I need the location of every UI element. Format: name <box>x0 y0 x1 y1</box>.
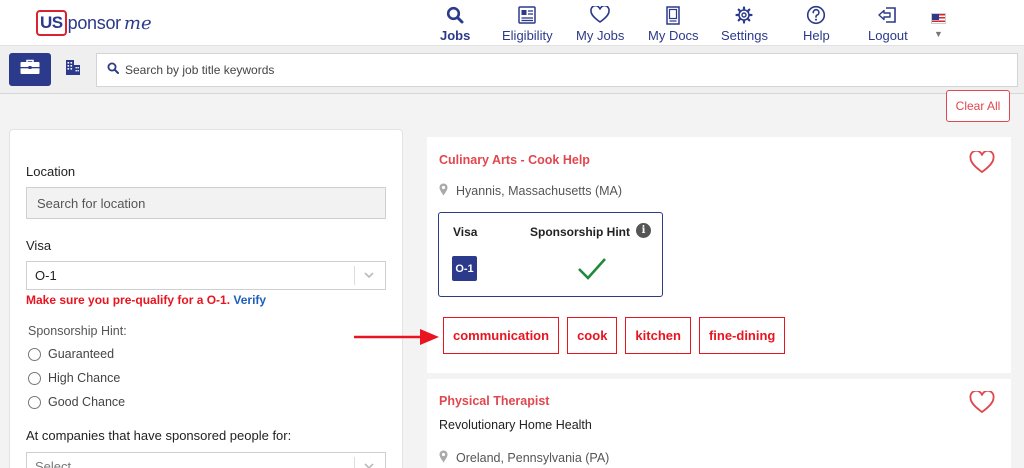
hint-option-high-chance[interactable]: High Chance <box>28 371 120 385</box>
hint-option-label: Guaranteed <box>48 347 115 361</box>
verify-link[interactable]: Verify <box>233 293 266 307</box>
heart-icon[interactable] <box>969 389 995 419</box>
tag-communication[interactable]: communication <box>443 317 560 354</box>
prequalify-warning-text: Make sure you pre-qualify for a O-1. <box>26 293 231 307</box>
search-placeholder: Search by job title keywords <box>125 63 275 77</box>
visa-select[interactable]: O-1 <box>26 261 386 290</box>
sponsorship-hint-header: Sponsorship Hint <box>530 225 630 239</box>
map-pin-icon <box>439 450 448 466</box>
search-icon <box>446 4 464 26</box>
briefcase-icon <box>19 59 41 80</box>
id-card-icon <box>517 4 537 26</box>
nav-settings-label: Settings <box>721 28 768 43</box>
job-card[interactable]: Physical Therapist Revolutionary Home He… <box>427 379 1011 468</box>
heart-icon <box>590 4 611 26</box>
companies-sponsored-label: At companies that have sponsored people … <box>26 428 292 443</box>
location-label: Location <box>26 164 76 179</box>
nav-my-docs[interactable]: My Docs <box>648 4 699 43</box>
search-icon <box>107 61 119 79</box>
tag-fine-dining[interactable]: fine-dining <box>698 317 786 354</box>
nav-eligibility[interactable]: Eligibility <box>502 4 553 43</box>
question-circle-icon <box>806 4 826 26</box>
nav-logout[interactable]: Logout <box>868 4 908 43</box>
nav-my-jobs[interactable]: My Jobs <box>576 4 624 43</box>
sponsorship-hint-label: Sponsorship Hint: <box>28 324 127 338</box>
job-search-input[interactable]: Search by job title keywords <box>96 53 1018 87</box>
location-search-input[interactable]: Search for location <box>26 187 386 219</box>
prequalify-warning: Make sure you pre-qualify for a O-1. Ver… <box>26 293 266 307</box>
caret-down-icon[interactable]: ▼ <box>934 29 943 39</box>
radio-button[interactable] <box>28 347 41 361</box>
nav-my-jobs-label: My Jobs <box>576 28 625 43</box>
top-navigation-bar: US ponsor me Jobs Eligibility My Jobs My… <box>0 0 1024 46</box>
job-tags: communication cook kitchen fine-dining <box>443 317 786 354</box>
tag-cook[interactable]: cook <box>567 317 618 354</box>
chevron-down-icon <box>363 459 375 468</box>
logout-icon <box>877 4 899 26</box>
job-location: Oreland, Pennsylvania (PA) <box>439 450 609 466</box>
visa-header: Visa <box>453 225 478 239</box>
usponsorme-logo[interactable]: US ponsor me <box>36 9 152 37</box>
us-flag-icon[interactable] <box>931 13 946 24</box>
nav-my-docs-label: My Docs <box>648 28 699 43</box>
logo-us: US <box>36 10 67 36</box>
building-icon <box>64 58 82 81</box>
nav-logout-label: Logout <box>868 28 908 43</box>
visa-sponsorship-box: Visa Sponsorship Hint i O-1 <box>438 212 663 297</box>
hint-option-guaranteed[interactable]: Guaranteed <box>28 347 114 361</box>
hint-option-label: High Chance <box>48 371 121 385</box>
select-separator <box>354 457 355 468</box>
radio-button[interactable] <box>28 395 41 409</box>
heart-icon[interactable] <box>969 149 995 179</box>
companies-sponsored-select[interactable]: Select... <box>26 452 386 468</box>
gear-icon <box>735 4 754 26</box>
hint-option-good-chance[interactable]: Good Chance <box>28 395 125 409</box>
job-title-link[interactable]: Physical Therapist <box>439 394 549 408</box>
visa-badge: O-1 <box>452 256 477 281</box>
tag-kitchen[interactable]: kitchen <box>625 317 691 354</box>
logo-sponsor: ponsor <box>67 12 122 33</box>
nav-help-label: Help <box>803 28 830 43</box>
logo-me: me <box>123 12 152 34</box>
nav-settings[interactable]: Settings <box>721 4 768 43</box>
companies-select-placeholder: Select... <box>35 459 82 468</box>
visa-label: Visa <box>26 238 52 253</box>
company-name: Revolutionary Home Health <box>439 418 592 432</box>
arrow-annotation <box>354 328 440 351</box>
job-location-text: Hyannis, Massachusetts (MA) <box>456 184 623 198</box>
nav-help[interactable]: Help <box>803 4 830 43</box>
nav-jobs[interactable]: Jobs <box>440 4 470 43</box>
job-title-link[interactable]: Culinary Arts - Cook Help <box>439 153 590 167</box>
nav-eligibility-label: Eligibility <box>502 28 553 43</box>
nav-jobs-label: Jobs <box>440 28 471 43</box>
job-location-text: Oreland, Pennsylvania (PA) <box>456 451 610 465</box>
job-location: Hyannis, Massachusetts (MA) <box>439 183 622 199</box>
filter-panel: Location Search for location Visa O-1 Ma… <box>9 129 403 468</box>
radio-button[interactable] <box>28 371 41 385</box>
visa-selected-value: O-1 <box>35 268 57 283</box>
chevron-down-icon <box>363 268 375 285</box>
companies-tab-button[interactable] <box>54 53 92 86</box>
jobs-tab-button[interactable] <box>9 53 51 86</box>
job-card[interactable]: Culinary Arts - Cook Help Hyannis, Massa… <box>427 137 1011 373</box>
select-separator <box>354 266 355 285</box>
clear-all-button[interactable]: Clear All <box>946 90 1010 122</box>
info-icon[interactable]: i <box>636 223 651 238</box>
document-icon <box>664 4 682 26</box>
map-pin-icon <box>439 183 448 199</box>
hint-option-label: Good Chance <box>48 395 126 409</box>
checkmark-icon <box>577 257 607 286</box>
